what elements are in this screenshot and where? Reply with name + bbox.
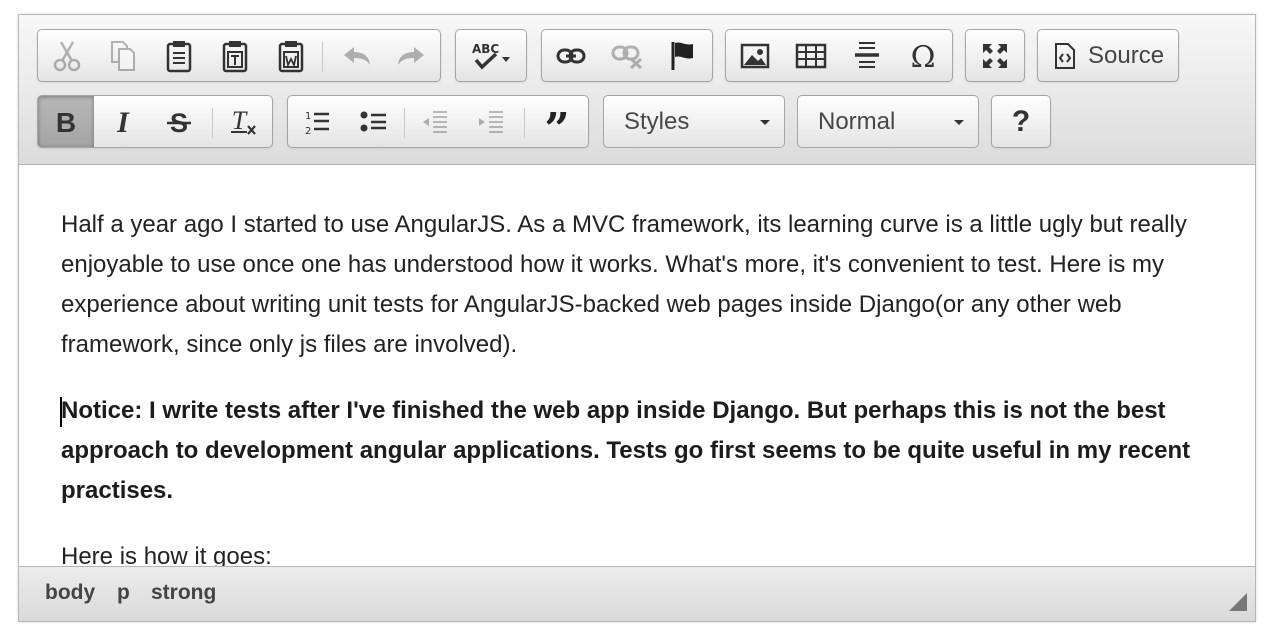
copy-icon[interactable] <box>96 32 150 79</box>
chevron-down-icon <box>954 120 964 125</box>
insert-group: Ω <box>725 29 953 82</box>
indent-icon[interactable] <box>464 98 518 145</box>
toolbar-separator <box>404 108 405 138</box>
toolbar-separator <box>322 42 323 72</box>
outdent-icon[interactable] <box>408 98 462 145</box>
path-item-p[interactable]: p <box>117 581 130 605</box>
cut-icon[interactable] <box>40 32 94 79</box>
svg-text:T: T <box>232 107 248 135</box>
unlink-icon[interactable] <box>600 32 654 79</box>
resize-handle-icon[interactable] <box>1229 593 1247 611</box>
text-caret <box>60 397 62 427</box>
element-path-bar: body p strong <box>19 566 1255 621</box>
svg-text:1: 1 <box>305 111 311 122</box>
spellcheck-group: ABC <box>455 29 527 82</box>
source-code-icon <box>1055 42 1075 69</box>
remove-format-icon[interactable]: T <box>216 98 270 145</box>
paste-icon[interactable] <box>152 32 206 79</box>
bold-icon[interactable]: B <box>38 96 94 147</box>
anchor-flag-icon[interactable] <box>656 32 710 79</box>
svg-text:B: B <box>56 108 76 136</box>
help-label: ? <box>1011 104 1031 138</box>
toolbar-separator <box>524 108 525 138</box>
paste-text-icon[interactable] <box>208 32 262 79</box>
editor-toolbar: ABC Ω Source B I S T 1 2 Styles Normal ? <box>19 15 1255 165</box>
help-group: ? <box>991 95 1051 148</box>
styles-dropdown-label: Styles <box>624 108 690 135</box>
bulleted-list-icon[interactable] <box>346 98 400 145</box>
source-label: Source <box>1088 41 1165 69</box>
help-button[interactable]: ? <box>994 98 1048 145</box>
horizontal-line-icon[interactable] <box>840 32 894 79</box>
path-item-strong[interactable]: strong <box>151 581 216 605</box>
paragraph-notice[interactable]: Notice: I write tests after I've finishe… <box>61 391 1231 511</box>
clipboard-group <box>37 29 441 82</box>
path-item-body[interactable]: body <box>45 581 95 605</box>
basic-styles-group: B I S T <box>37 95 273 148</box>
spellcheck-abc-icon[interactable]: ABC <box>462 32 522 79</box>
lists-group: 12 ” <box>287 95 589 148</box>
svg-text:”: ” <box>544 110 569 134</box>
redo-icon[interactable] <box>384 32 438 79</box>
maximize-icon[interactable] <box>968 32 1022 79</box>
links-group <box>541 29 713 82</box>
svg-text:Ω: Ω <box>911 42 936 70</box>
strike-icon[interactable]: S <box>152 98 206 145</box>
link-icon[interactable] <box>544 32 598 79</box>
paragraph-here[interactable]: Here is how it goes: <box>61 537 1231 567</box>
rich-text-editor: ABC Ω Source B I S T 1 2 Styles Normal ?… <box>18 14 1256 622</box>
blockquote-icon[interactable]: ” <box>530 98 584 145</box>
maximize-group <box>965 29 1025 82</box>
numbered-list-icon[interactable]: 12 <box>290 98 344 145</box>
source-button[interactable]: Source <box>1042 32 1176 79</box>
special-char-omega-icon[interactable]: Ω <box>896 32 950 79</box>
svg-text:2: 2 <box>305 126 311 136</box>
svg-text:I: I <box>116 108 130 136</box>
italic-icon[interactable]: I <box>96 98 150 145</box>
styles-dropdown[interactable]: Styles <box>603 95 785 148</box>
toolbar-separator <box>212 108 213 138</box>
chevron-down-icon <box>760 120 770 125</box>
undo-icon[interactable] <box>330 32 384 79</box>
paste-word-icon[interactable] <box>264 32 318 79</box>
format-dropdown[interactable]: Normal <box>797 95 979 148</box>
paragraph-intro[interactable]: Half a year ago I started to use Angular… <box>61 205 1231 365</box>
table-icon[interactable] <box>784 32 838 79</box>
source-group: Source <box>1037 29 1179 82</box>
editor-content-area[interactable]: Half a year ago I started to use Angular… <box>19 165 1255 567</box>
format-dropdown-label: Normal <box>818 108 896 135</box>
image-icon[interactable] <box>728 32 782 79</box>
